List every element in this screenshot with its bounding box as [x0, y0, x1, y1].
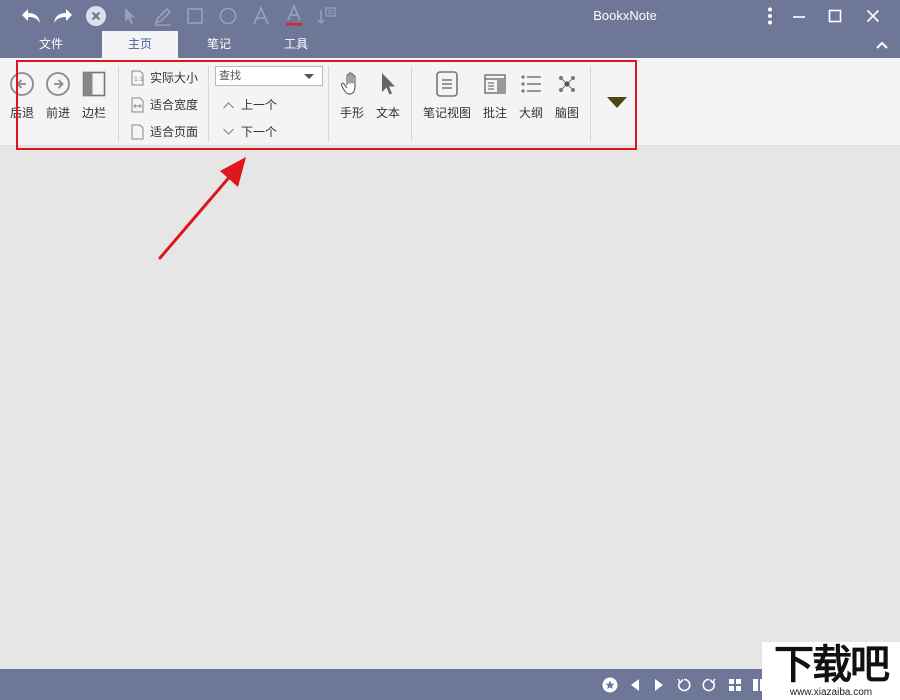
ellipse-icon[interactable] [215, 3, 241, 29]
back-arrow-icon [8, 70, 36, 98]
note-view-icon [433, 70, 461, 98]
actual-size-icon: 1:1 [130, 70, 144, 86]
fit-width-icon [130, 97, 144, 113]
back-label: 后退 [9, 106, 34, 120]
group-separator [590, 66, 591, 142]
tab-tools[interactable]: 工具 [265, 31, 327, 58]
mindmap-icon [553, 70, 581, 98]
watermark-logo-text: 下载吧 [774, 642, 890, 688]
fit-page-label: 适合页面 [150, 125, 199, 139]
note-view-label: 笔记视图 [422, 106, 471, 120]
rectangle-icon[interactable] [182, 3, 208, 29]
hand-tool-button[interactable]: 手形 [336, 70, 368, 121]
find-previous-label: 上一个 [241, 98, 278, 112]
outline-list-icon [517, 70, 545, 98]
back-button[interactable]: 后退 [6, 70, 38, 121]
grid-layout-icon[interactable] [727, 677, 743, 693]
text-color-icon[interactable] [281, 3, 307, 29]
close-window-icon[interactable] [855, 0, 891, 31]
tab-notes[interactable]: 笔记 [188, 31, 250, 58]
annotation-arrow-icon [150, 150, 260, 265]
chevron-up-icon [221, 97, 235, 113]
title-bar: BookxNote [0, 0, 900, 31]
hand-icon [338, 70, 366, 98]
window-title: BookxNote [593, 8, 657, 23]
chevron-down-icon [221, 124, 235, 140]
group-separator [208, 66, 209, 142]
tab-file[interactable]: 文件 [20, 31, 82, 58]
outline-label: 大纲 [518, 106, 543, 120]
annotate-label: 批注 [482, 106, 507, 120]
text-tool-icon[interactable] [248, 3, 274, 29]
rotate-left-icon[interactable] [676, 677, 692, 693]
text-select-label: 文本 [375, 106, 400, 120]
mindmap-button[interactable]: 脑图 [551, 70, 583, 121]
text-note-icon[interactable] [313, 3, 339, 29]
watermark-url: www.xiazaiba.com [789, 687, 873, 698]
fit-width-label: 适合宽度 [150, 98, 199, 112]
tab-home[interactable]: 主页 [102, 31, 178, 58]
find-next-label: 下一个 [241, 125, 278, 139]
site-watermark: 下载吧 www.xiazaiba.com [762, 642, 900, 700]
collapse-ribbon-icon[interactable] [874, 37, 890, 53]
forward-button[interactable]: 前进 [42, 70, 74, 121]
actual-size-label: 实际大小 [150, 71, 199, 85]
fit-page-button[interactable]: 适合页面 [130, 123, 198, 140]
next-page-icon[interactable] [651, 677, 667, 693]
group-separator [328, 66, 329, 142]
previous-page-icon[interactable] [627, 677, 643, 693]
menu-tabs: 文件 主页 笔记 工具 [0, 31, 900, 58]
find-previous-button[interactable]: 上一个 [221, 96, 277, 113]
forward-label: 前进 [45, 106, 70, 120]
cursor-arrow-icon [374, 70, 402, 98]
mindmap-label: 脑图 [554, 106, 579, 120]
outline-button[interactable]: 大纲 [515, 70, 547, 121]
ribbon-more-dropdown-icon[interactable] [606, 96, 628, 110]
group-separator [411, 66, 412, 142]
rotate-right-icon[interactable] [701, 677, 717, 693]
ribbon-toolbar: 后退 前进 边栏 1:1 实际大小 适合宽度 适合页面 查找 上一个 下一个 手… [0, 58, 900, 146]
annotate-button[interactable]: 批注 [479, 70, 511, 121]
svg-text:1:1: 1:1 [134, 76, 144, 83]
fit-page-icon [130, 124, 144, 140]
select-cursor-icon[interactable] [117, 3, 143, 29]
find-next-button[interactable]: 下一个 [221, 123, 277, 140]
redo-icon[interactable] [50, 3, 76, 29]
group-separator [118, 66, 119, 142]
sidebar-button[interactable]: 边栏 [78, 70, 110, 121]
actual-size-button[interactable]: 1:1 实际大小 [130, 69, 198, 86]
minimize-icon[interactable] [781, 0, 817, 31]
maximize-icon[interactable] [817, 0, 853, 31]
sidebar-label: 边栏 [81, 106, 106, 120]
hand-tool-label: 手形 [339, 106, 364, 120]
note-view-button[interactable]: 笔记视图 [420, 70, 474, 121]
forward-arrow-icon [44, 70, 72, 98]
search-value: 查找 [219, 69, 241, 82]
search-dropdown[interactable]: 查找 [215, 66, 323, 86]
pen-icon[interactable] [150, 3, 176, 29]
undo-icon[interactable] [18, 3, 44, 29]
text-select-button[interactable]: 文本 [372, 70, 404, 121]
dropdown-arrow-icon [304, 74, 314, 79]
sidebar-panel-icon [80, 70, 108, 98]
annotate-panel-icon [481, 70, 509, 98]
fit-width-button[interactable]: 适合宽度 [130, 96, 198, 113]
star-icon[interactable] [602, 677, 618, 693]
close-document-icon[interactable] [83, 3, 109, 29]
